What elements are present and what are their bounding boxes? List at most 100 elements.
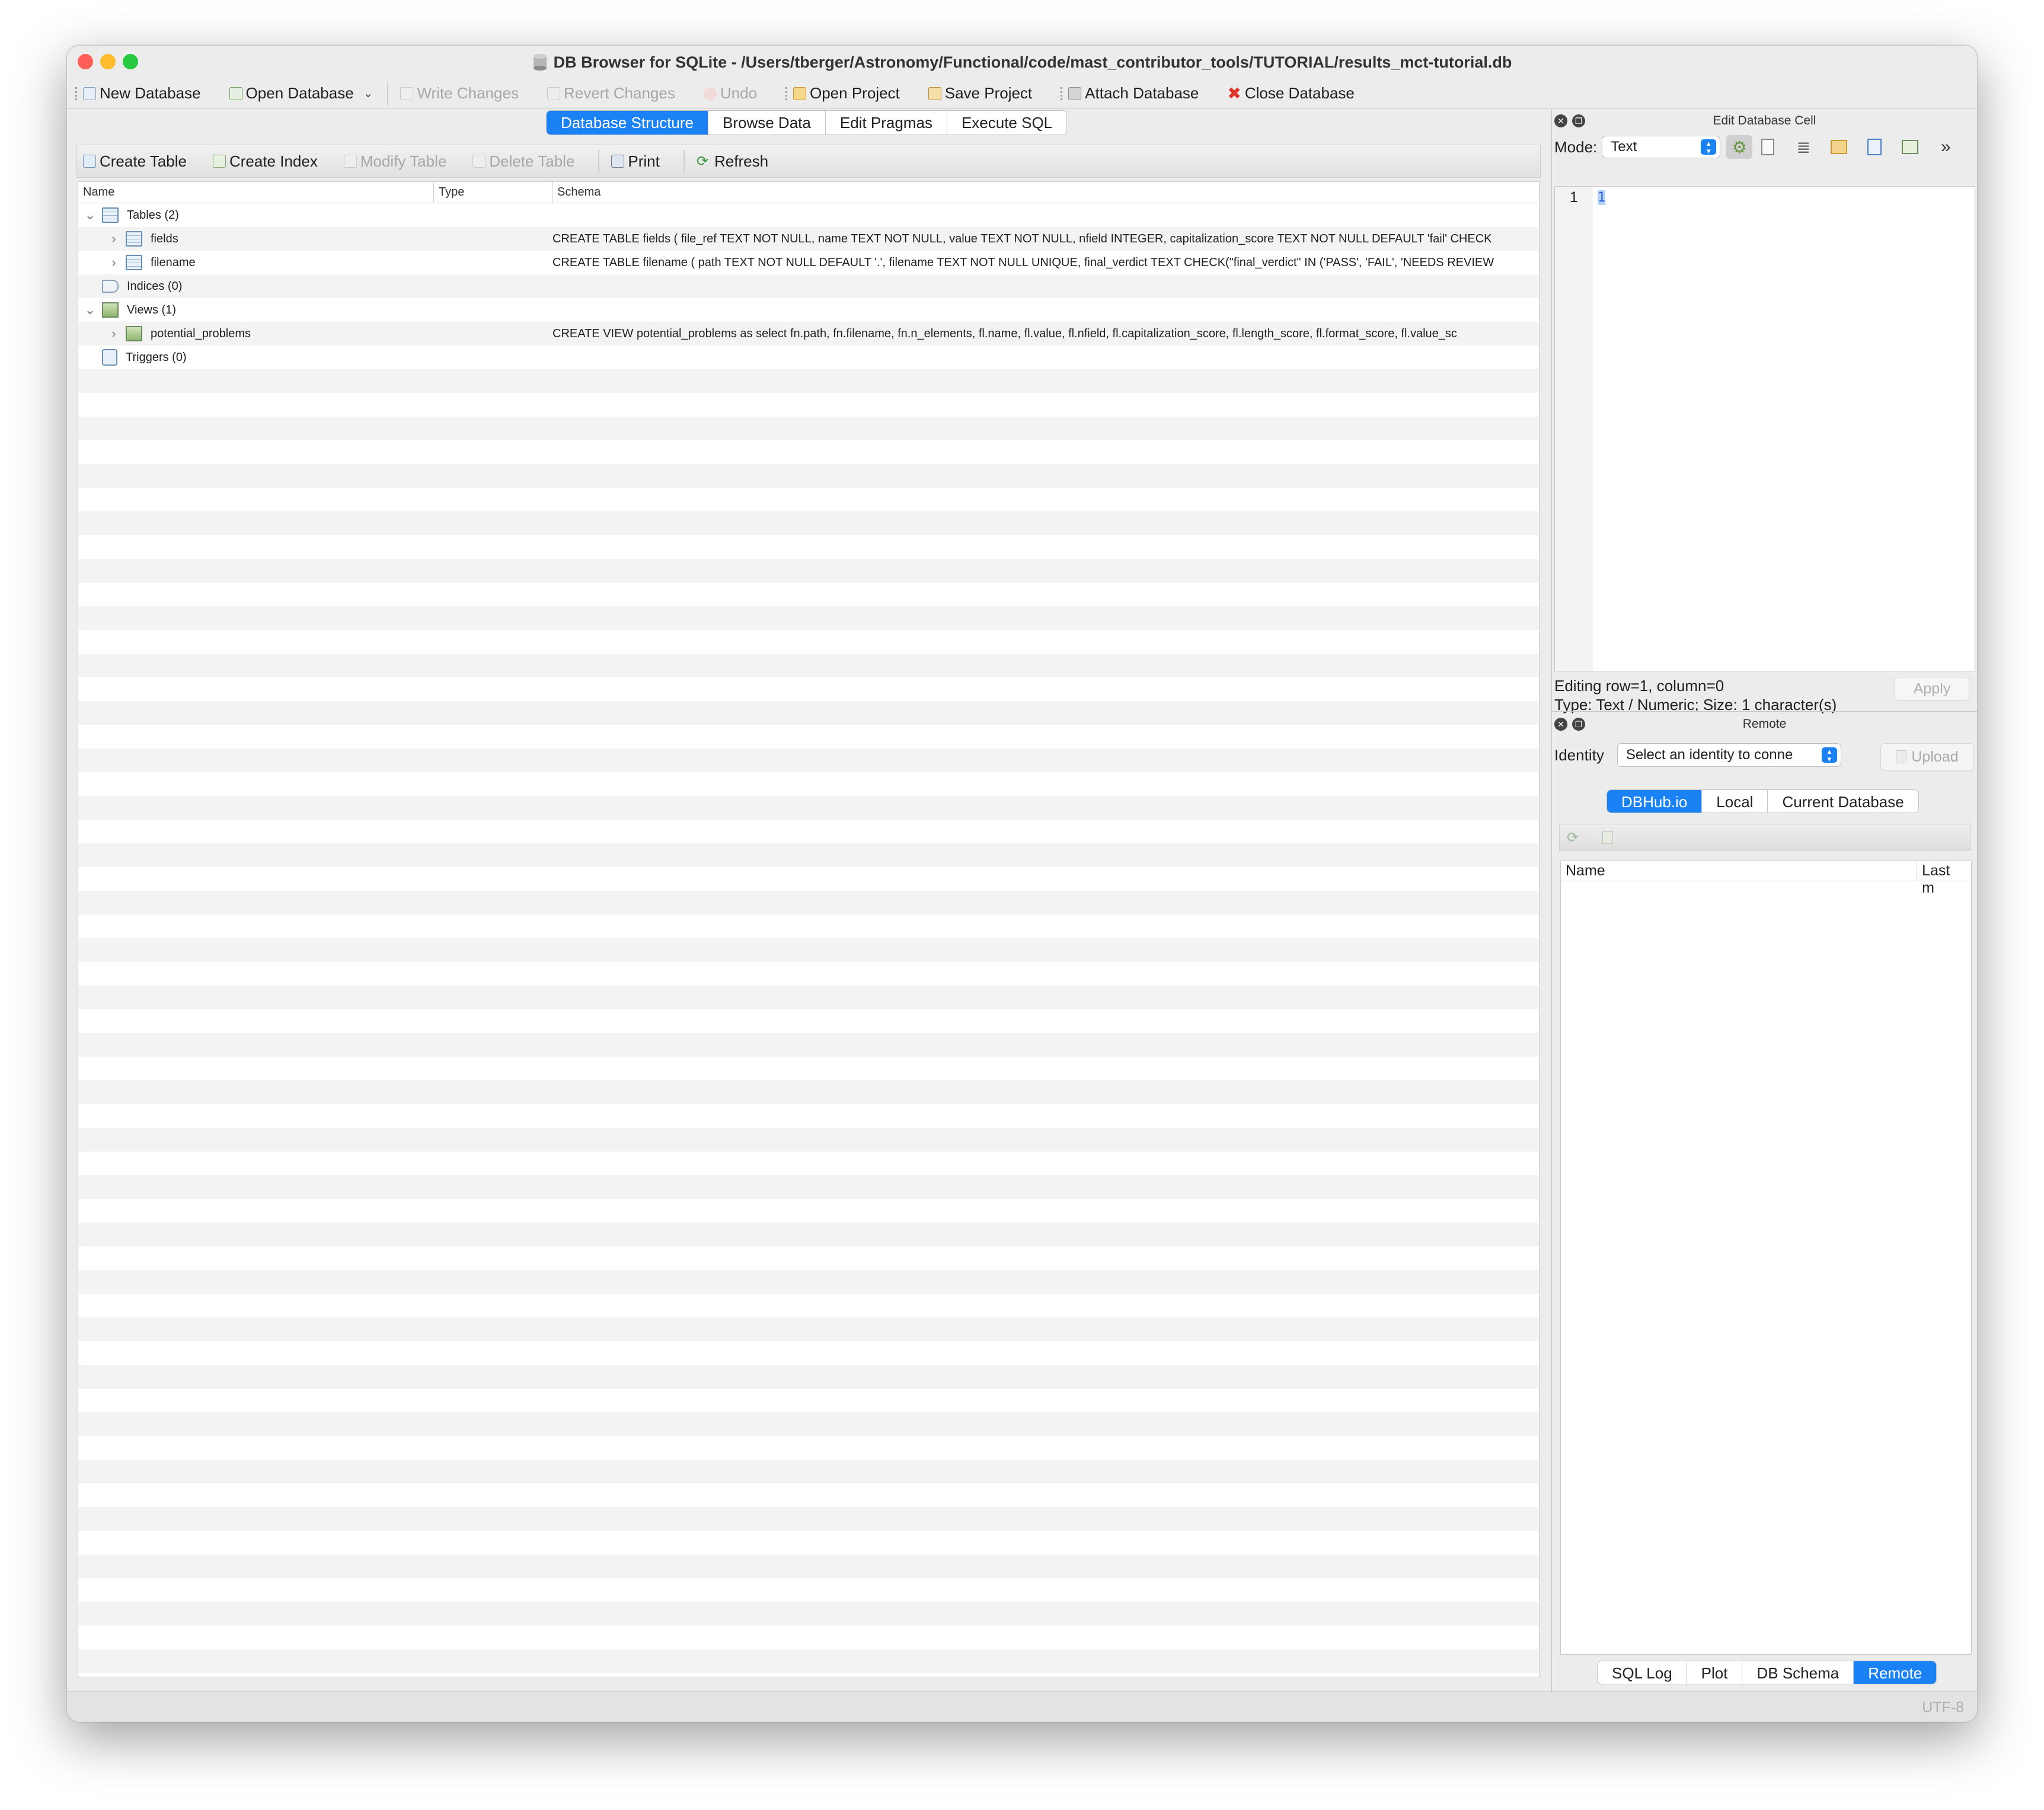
chevron-right-icon[interactable]: › xyxy=(102,326,126,341)
more-options-button[interactable]: » xyxy=(1933,135,1959,159)
close-dock-icon[interactable]: ✕ xyxy=(1554,114,1567,127)
column-header-schema[interactable]: Schema xyxy=(552,182,1539,203)
tables-icon xyxy=(102,207,119,223)
tree-row-fields[interactable]: › fields CREATE TABLE fields ( file_ref T… xyxy=(78,227,1539,251)
toolbar-grip xyxy=(75,87,77,100)
schema-potential-problems: CREATE VIEW potential_problems as select… xyxy=(552,327,1457,340)
tree-row-indices[interactable]: Indices (0) xyxy=(78,274,1539,298)
open-project-button[interactable]: Open Project xyxy=(793,84,900,103)
float-dock-icon[interactable]: ❐ xyxy=(1572,114,1585,127)
scroll-icon xyxy=(102,349,117,366)
column-header-name[interactable]: Name xyxy=(1561,861,1918,881)
close-dock-icon[interactable]: ✕ xyxy=(1554,718,1567,731)
tree-row-triggers[interactable]: Triggers (0) xyxy=(78,346,1539,369)
new-database-button[interactable]: New Database xyxy=(83,84,201,103)
tab-remote[interactable]: Remote xyxy=(1854,1661,1937,1684)
tree-row-potential-problems[interactable]: › potential_problems CREATE VIEW potentia… xyxy=(78,322,1539,346)
undo-label: Undo xyxy=(720,84,757,102)
print-button[interactable]: Print xyxy=(611,152,660,171)
set-null-icon xyxy=(1902,140,1919,154)
cell-editor-text[interactable]: 1 xyxy=(1593,187,1975,671)
tab-edit-pragmas[interactable]: Edit Pragmas xyxy=(826,111,947,135)
table-name-fields: fields xyxy=(151,232,178,245)
create-index-button[interactable]: Create Index xyxy=(212,152,318,171)
database-icon xyxy=(533,54,547,71)
cell-content[interactable]: 1 xyxy=(1598,190,1606,205)
line-number: 1 xyxy=(1570,189,1578,206)
tag-icon xyxy=(102,280,119,293)
set-null-button[interactable] xyxy=(1897,135,1923,159)
table-icon xyxy=(126,231,142,247)
tab-database-structure[interactable]: Database Structure xyxy=(547,111,709,135)
indent-button[interactable]: ≣ xyxy=(1790,135,1816,159)
remote-title: Remote xyxy=(1742,717,1787,731)
write-changes-label: Write Changes xyxy=(417,84,519,102)
chevron-down-icon[interactable]: ⌄ xyxy=(78,207,102,223)
remote-list[interactable]: Name Last m xyxy=(1560,861,1972,1655)
column-header-type[interactable]: Type xyxy=(434,182,552,203)
create-index-icon xyxy=(212,155,226,168)
main-tabs: Database Structure Browse Data Edit Prag… xyxy=(546,110,1068,135)
tab-db-schema[interactable]: DB Schema xyxy=(1742,1661,1854,1684)
modify-table-button[interactable]: Modify Table xyxy=(343,152,446,171)
refresh-button[interactable]: ⟳ Refresh xyxy=(697,152,768,171)
column-header-last-modified[interactable]: Last m xyxy=(1917,861,1971,896)
right-dock: ✕ ❐ Edit Database Cell Mode: Text ▴ ▾ ⚙ ≣ … xyxy=(1551,109,1977,1691)
document-icon xyxy=(1761,139,1775,155)
import-button[interactable] xyxy=(1826,135,1852,159)
encoding-label: UTF-8 xyxy=(1922,1699,1964,1716)
tree-header: Name Type Schema xyxy=(78,182,1539,203)
toolbar-grip xyxy=(1061,87,1063,100)
refresh-icon[interactable]: ⟳ xyxy=(1567,829,1579,846)
schema-tree[interactable]: Name Type Schema ⌄ Tables (2) › fields CRE… xyxy=(78,181,1540,1677)
chevron-right-icon[interactable]: › xyxy=(102,231,126,247)
tab-current-database[interactable]: Current Database xyxy=(1768,790,1918,813)
save-project-button[interactable]: Save Project xyxy=(928,84,1032,103)
export-button[interactable] xyxy=(1861,135,1887,159)
identity-select[interactable]: Select an identity to conne ▴ ▾ xyxy=(1617,743,1841,767)
attach-database-button[interactable]: Attach Database xyxy=(1068,84,1199,103)
upload-button[interactable]: Upload xyxy=(1880,743,1974,770)
revert-changes-button[interactable]: Revert Changes xyxy=(547,84,675,103)
tab-dbhub[interactable]: DBHub.io xyxy=(1607,790,1703,813)
dock-separator xyxy=(1552,711,1977,712)
tab-execute-sql[interactable]: Execute SQL xyxy=(947,111,1066,135)
edit-cell-title: Edit Database Cell xyxy=(1713,114,1816,127)
tab-sql-log[interactable]: SQL Log xyxy=(1598,1661,1687,1684)
mode-select[interactable]: Text ▴ ▾ xyxy=(1602,136,1721,158)
close-window-button[interactable] xyxy=(78,54,93,69)
undo-button[interactable]: Undo xyxy=(703,84,757,103)
tree-row-tables[interactable]: ⌄ Tables (2) xyxy=(78,203,1539,227)
tab-plot[interactable]: Plot xyxy=(1687,1661,1743,1684)
open-database-button[interactable]: Open Database xyxy=(229,84,354,103)
chevron-right-icon[interactable]: › xyxy=(102,255,126,270)
chevron-down-icon[interactable]: ⌄ xyxy=(78,302,102,318)
column-header-name[interactable]: Name xyxy=(78,182,434,203)
auto-switch-mode-button[interactable]: ⚙ xyxy=(1726,135,1753,159)
tree-row-views[interactable]: ⌄ Views (1) xyxy=(78,298,1539,322)
tab-browse-data[interactable]: Browse Data xyxy=(708,111,826,135)
open-database-dropdown-icon[interactable]: ⌄ xyxy=(363,86,373,101)
edit-cell-modebar: Mode: Text ▴ ▾ ⚙ ≣ » xyxy=(1552,133,1977,161)
create-table-label: Create Table xyxy=(100,152,187,170)
zoom-window-button[interactable] xyxy=(123,54,138,69)
apply-button[interactable]: Apply xyxy=(1895,677,1969,701)
new-database-label: New Database xyxy=(100,84,201,102)
delete-table-button[interactable]: Delete Table xyxy=(472,152,574,171)
table-name-filename: filename xyxy=(151,255,196,269)
create-table-button[interactable]: Create Table xyxy=(83,152,187,171)
undo-icon xyxy=(703,87,717,100)
align-icon: ≣ xyxy=(1796,137,1810,156)
tree-row-filename[interactable]: › filename CREATE TABLE filename ( path T… xyxy=(78,251,1539,274)
close-database-button[interactable]: ✖ Close Database xyxy=(1227,84,1354,103)
write-changes-button[interactable]: Write Changes xyxy=(400,84,519,103)
remote-dock: ✕ ❐ Remote Identity Select an identity to… xyxy=(1552,712,1977,1691)
word-wrap-button[interactable] xyxy=(1755,135,1781,159)
clone-icon[interactable] xyxy=(1602,831,1614,844)
status-bar: UTF-8 xyxy=(67,1691,1977,1722)
cell-editor[interactable]: 1 1 xyxy=(1554,186,1975,672)
float-dock-icon[interactable]: ❐ xyxy=(1572,718,1585,731)
tree-rows: ⌄ Tables (2) › fields CREATE TABLE fields … xyxy=(78,203,1539,369)
minimize-window-button[interactable] xyxy=(100,54,116,69)
tab-local[interactable]: Local xyxy=(1702,790,1768,813)
